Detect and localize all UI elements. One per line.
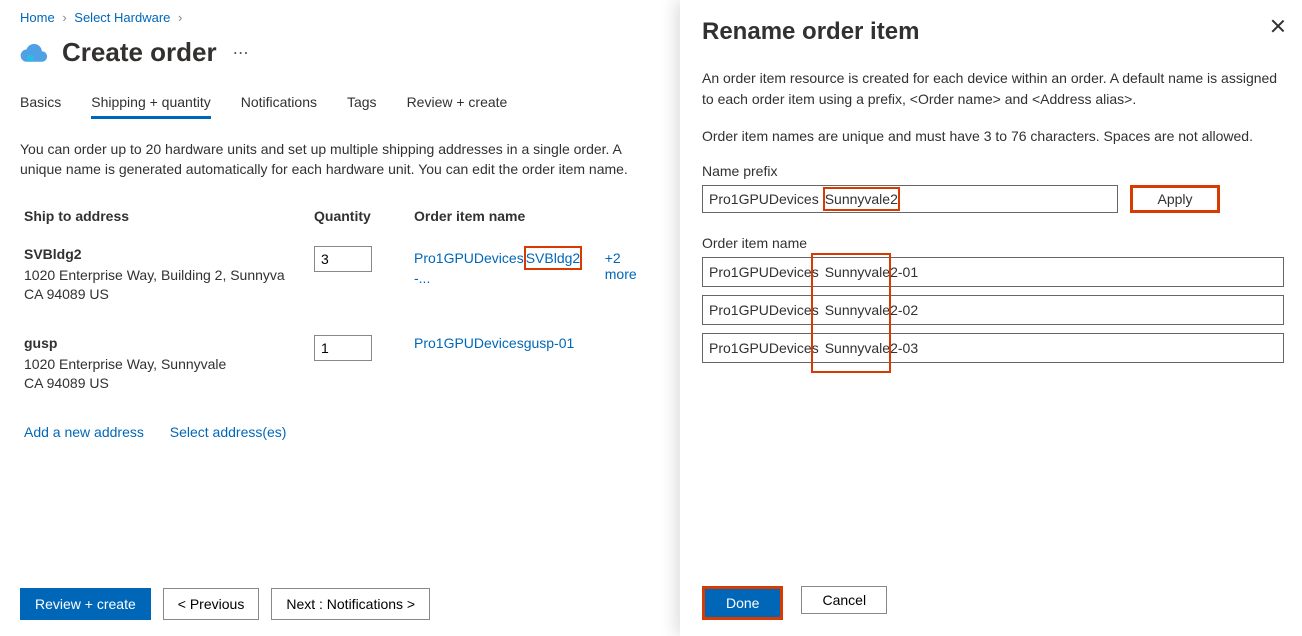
order-item-link[interactable]: Pro1GPUDevicesgusp-01 <box>414 335 574 351</box>
tab-review[interactable]: Review + create <box>407 88 508 119</box>
breadcrumb: Home › Select Hardware › <box>20 10 660 25</box>
highlight-box: Done <box>702 586 783 620</box>
address-line: CA 94089 US <box>24 374 294 394</box>
order-item-name-input[interactable]: Pro1GPUDevicesSunnyvale2-02 <box>702 295 1284 325</box>
prefix-part-a: Pro1GPUDevices <box>703 191 825 207</box>
quantity-input[interactable] <box>314 246 372 272</box>
panel-title: Rename order item <box>702 18 1284 46</box>
rename-panel: Rename order item An order item resource… <box>680 0 1302 636</box>
name-prefix-label: Name prefix <box>702 163 1284 179</box>
previous-button[interactable]: < Previous <box>163 588 260 620</box>
select-addresses-link[interactable]: Select address(es) <box>170 424 287 440</box>
chevron-right-icon: › <box>62 10 66 25</box>
name-prefix-input[interactable]: Pro1GPUDevicesSunnyvale2 <box>702 185 1118 213</box>
tabs: Basics Shipping + quantity Notifications… <box>20 88 660 119</box>
more-menu-icon[interactable]: ⋯ <box>233 43 251 63</box>
tab-tags[interactable]: Tags <box>347 88 377 119</box>
next-button[interactable]: Next : Notifications > <box>271 588 430 620</box>
more-items-link[interactable]: +2 more <box>605 250 656 282</box>
add-address-link[interactable]: Add a new address <box>24 424 144 440</box>
cancel-button[interactable]: Cancel <box>801 586 887 614</box>
tab-basics[interactable]: Basics <box>20 88 61 119</box>
address-alias: SVBldg2 <box>24 246 314 262</box>
chevron-right-icon: › <box>178 10 182 25</box>
tab-notifications[interactable]: Notifications <box>241 88 317 119</box>
order-item-name-label: Order item name <box>702 235 1284 251</box>
description-text: You can order up to 20 hardware units an… <box>20 139 660 180</box>
review-create-button[interactable]: Review + create <box>20 588 151 620</box>
col-ship-to: Ship to address <box>24 208 314 224</box>
col-quantity: Quantity <box>314 208 414 224</box>
breadcrumb-home[interactable]: Home <box>20 10 55 25</box>
panel-text-1: An order item resource is created for ea… <box>702 68 1284 110</box>
table-row: gusp 1020 Enterprise Way, Sunnyvale CA 9… <box>20 335 660 394</box>
highlight-box: SVBldg2 <box>524 246 582 270</box>
col-order-item-name: Order item name <box>414 208 656 224</box>
item-tail: -... <box>414 270 430 286</box>
address-line: CA 94089 US <box>24 285 294 305</box>
item-prefix: Pro1GPUDevices <box>414 250 524 266</box>
order-item-name-input[interactable]: Pro1GPUDevicesSunnyvale2-03 <box>702 333 1284 363</box>
quantity-input[interactable] <box>314 335 372 361</box>
done-button[interactable]: Done <box>705 589 780 617</box>
breadcrumb-select-hardware[interactable]: Select Hardware <box>74 10 170 25</box>
address-line: 1020 Enterprise Way, Sunnyvale <box>24 355 294 375</box>
cloud-icon <box>20 42 48 64</box>
address-alias: gusp <box>24 335 314 351</box>
table-row: SVBldg2 1020 Enterprise Way, Building 2,… <box>20 246 660 305</box>
close-icon[interactable] <box>1270 18 1286 34</box>
highlight-box: Sunnyvale2 <box>823 187 900 211</box>
table-header: Ship to address Quantity Order item name <box>20 208 660 224</box>
tab-shipping[interactable]: Shipping + quantity <box>91 88 210 119</box>
order-item-link[interactable]: Pro1GPUDevicesSVBldg2 -... <box>414 246 597 286</box>
order-item-name-input[interactable]: Pro1GPUDevicesSunnyvale2-01 <box>702 257 1284 287</box>
panel-text-2: Order item names are unique and must hav… <box>702 126 1284 147</box>
apply-button[interactable]: Apply <box>1130 185 1220 213</box>
page-title: Create order <box>62 37 217 68</box>
address-line: 1020 Enterprise Way, Building 2, Sunnyva <box>24 266 294 286</box>
